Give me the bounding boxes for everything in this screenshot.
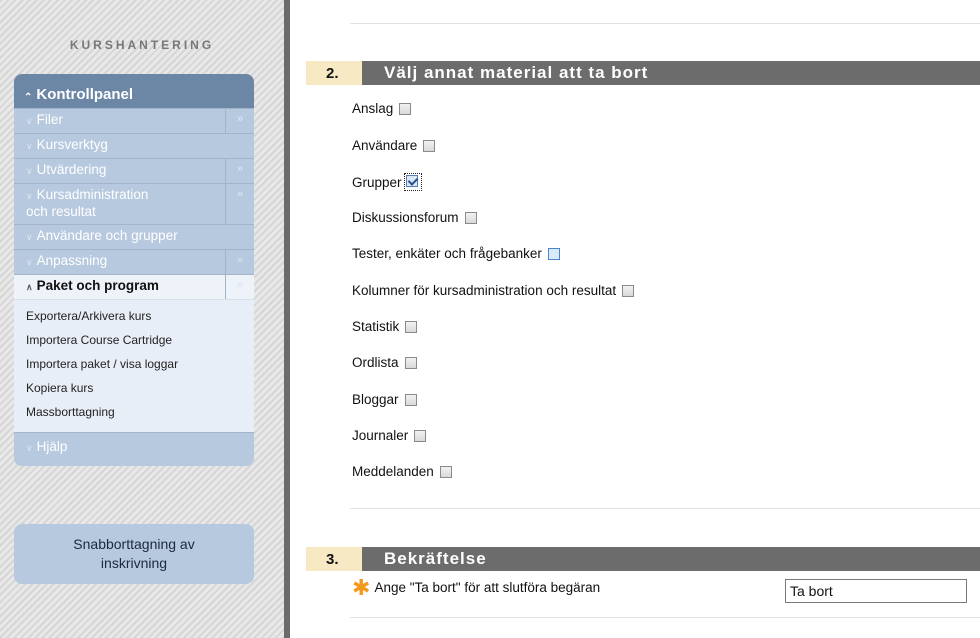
- double-chevron-down-icon: ∨: [26, 257, 33, 267]
- checkbox-anslag[interactable]: [399, 102, 412, 115]
- paket-program-submenu: Exportera/Arkivera kurs Importera Course…: [14, 299, 254, 432]
- quick-box-line1: Snabborttagning av: [73, 536, 195, 552]
- section-title: Bekräftelse: [362, 547, 980, 571]
- sidebar: KURSHANTERING ⌃ Kontrollpanel ∨ Filer » ∨…: [0, 0, 284, 638]
- submenu-link-exportera[interactable]: Exportera/Arkivera kurs: [26, 304, 254, 328]
- option-kolumner: Kolumner för kursadministration och resu…: [352, 283, 635, 298]
- sidebar-item-label: Utvärdering: [36, 162, 107, 177]
- option-label: Grupper: [352, 174, 402, 190]
- double-chevron-down-icon: ∨: [26, 191, 33, 201]
- double-chevron-right-icon[interactable]: »: [225, 109, 254, 133]
- sidebar-item-kursverktyg[interactable]: ∨ Kursverktyg: [14, 133, 254, 158]
- section-number: 2.: [306, 61, 362, 85]
- sidebar-item-label: Kursadministration: [36, 187, 149, 202]
- required-star-icon: ✱: [352, 574, 371, 600]
- sidebar-item-label-line2: och resultat: [26, 204, 96, 219]
- submenu-link-kopiera-kurs[interactable]: Kopiera kurs: [26, 376, 254, 400]
- checkmark-icon: [405, 175, 418, 187]
- option-meddelanden: Meddelanden: [352, 464, 452, 479]
- option-label: Journaler: [352, 428, 409, 443]
- double-chevron-up-icon: ⌃: [24, 92, 33, 103]
- option-ordlista: Ordlista: [352, 355, 417, 370]
- option-label: Anslag: [352, 101, 394, 116]
- option-grupper: Grupper: [352, 173, 422, 191]
- checkbox-grupper[interactable]: [403, 173, 422, 191]
- option-anvandare: Användare: [352, 138, 436, 153]
- sidebar-item-anvandare-grupper[interactable]: ∨ Användare och grupper: [14, 224, 254, 249]
- option-journaler: Journaler: [352, 428, 427, 443]
- option-label: Diskussionsforum: [352, 210, 459, 225]
- quick-remove-enrollment-button[interactable]: Snabborttagning av inskrivning: [14, 524, 254, 584]
- submenu-link-importera-cartridge[interactable]: Importera Course Cartridge: [26, 328, 254, 352]
- checkbox-ordlista[interactable]: [404, 356, 417, 369]
- submenu-link-importera-paket[interactable]: Importera paket / visa loggar: [26, 352, 254, 376]
- checkbox-bloggar[interactable]: [404, 393, 417, 406]
- confirm-prompt: Ange "Ta bort" för att slutföra begäran: [374, 580, 601, 595]
- sidebar-item-utvardering[interactable]: ∨ Utvärdering »: [14, 158, 254, 183]
- sidebar-item-label: Filer: [36, 112, 63, 127]
- sidebar-item-filer[interactable]: ∨ Filer »: [14, 108, 254, 133]
- section-title: Välj annat material att ta bort: [362, 61, 980, 85]
- checkbox-tester[interactable]: [547, 247, 560, 260]
- quick-box-line2: inskrivning: [100, 555, 168, 571]
- sidebar-heading: KURSHANTERING: [69, 38, 215, 52]
- option-label: Tester, enkäter och frågebanker: [352, 246, 542, 261]
- sidebar-item-hjalp[interactable]: ∨ Hjälp: [14, 432, 254, 466]
- option-label: Statistik: [352, 319, 400, 334]
- checkbox-diskussionsforum[interactable]: [464, 211, 477, 224]
- control-panel-header[interactable]: ⌃ Kontrollpanel: [14, 74, 254, 108]
- submenu-link-massborttagning[interactable]: Massborttagning: [26, 400, 254, 424]
- option-label: Bloggar: [352, 392, 399, 407]
- checkbox-kolumner[interactable]: [622, 284, 635, 297]
- option-label: Kolumner för kursadministration och resu…: [352, 283, 617, 298]
- divider: [350, 23, 980, 24]
- double-chevron-right-icon[interactable]: »: [225, 275, 254, 299]
- checkbox-anvandare[interactable]: [423, 139, 436, 152]
- double-chevron-right-icon[interactable]: »: [225, 159, 254, 183]
- double-chevron-right-icon[interactable]: »: [225, 250, 254, 274]
- option-diskussionsforum: Diskussionsforum: [352, 210, 477, 225]
- double-chevron-down-icon: ∨: [26, 166, 33, 176]
- sidebar-item-kursadministration[interactable]: ∨ Kursadministration och resultat »: [14, 183, 254, 224]
- control-panel-menu: ⌃ Kontrollpanel ∨ Filer » ∨ Kursverktyg ∨ U…: [14, 74, 254, 466]
- divider: [350, 508, 980, 509]
- checkbox-statistik[interactable]: [405, 320, 418, 333]
- sidebar-item-label: Anpassning: [36, 253, 108, 268]
- checkbox-journaler[interactable]: [414, 429, 427, 442]
- option-anslag: Anslag: [352, 101, 412, 116]
- double-chevron-right-icon[interactable]: »: [225, 184, 254, 224]
- double-chevron-down-icon: ∨: [26, 443, 33, 453]
- sidebar-item-paket-program[interactable]: ∧ Paket och program »: [14, 274, 254, 299]
- section-2-header: 2. Välj annat material att ta bort: [306, 61, 980, 85]
- section-3-header: 3. Bekräftelse: [306, 547, 980, 571]
- sidebar-item-label: Användare och grupper: [36, 228, 178, 243]
- double-chevron-down-icon: ∨: [26, 141, 33, 151]
- confirm-row: ✱ Ange "Ta bort" för att slutföra begära…: [352, 574, 601, 600]
- option-statistik: Statistik: [352, 319, 418, 334]
- option-label: Ordlista: [352, 355, 399, 370]
- divider: [350, 617, 980, 618]
- option-label: Meddelanden: [352, 464, 434, 479]
- control-panel-title: Kontrollpanel: [36, 86, 134, 103]
- sidebar-item-label: Hjälp: [36, 439, 68, 454]
- sidebar-item-label: Paket och program: [36, 278, 159, 293]
- section-number: 3.: [306, 547, 362, 571]
- checkbox-meddelanden[interactable]: [439, 465, 452, 478]
- confirm-input[interactable]: [785, 579, 967, 603]
- option-label: Användare: [352, 138, 418, 153]
- double-chevron-down-icon: ∨: [26, 232, 33, 242]
- option-bloggar: Bloggar: [352, 392, 417, 407]
- double-chevron-up-icon: ∧: [26, 282, 33, 292]
- sidebar-item-label: Kursverktyg: [36, 137, 108, 152]
- double-chevron-down-icon: ∨: [26, 116, 33, 126]
- sidebar-divider[interactable]: [284, 0, 290, 638]
- option-tester: Tester, enkäter och frågebanker: [352, 246, 560, 261]
- sidebar-item-anpassning[interactable]: ∨ Anpassning »: [14, 249, 254, 274]
